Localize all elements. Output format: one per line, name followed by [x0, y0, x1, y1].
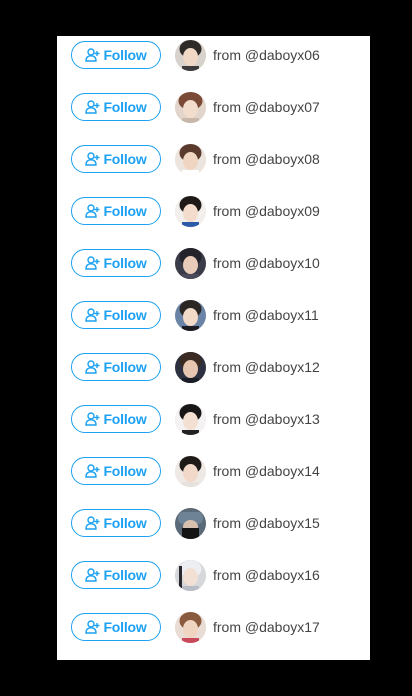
- follow-button[interactable]: Follow: [71, 145, 161, 173]
- follow-list-panel: Follow from @daboyx06 Follow from @daboy…: [57, 36, 370, 660]
- from-username: from @daboyx15: [213, 515, 320, 531]
- from-username: from @daboyx11: [213, 307, 319, 323]
- list-item: Follow from @daboyx17: [57, 608, 370, 660]
- follow-button[interactable]: Follow: [71, 301, 161, 329]
- follow-label: Follow: [103, 307, 147, 323]
- list-item: Follow from @daboyx11: [57, 296, 370, 348]
- follow-button[interactable]: Follow: [71, 353, 161, 381]
- avatar[interactable]: [175, 40, 206, 71]
- from-username: from @daboyx13: [213, 411, 320, 427]
- follow-button[interactable]: Follow: [71, 197, 161, 225]
- from-username: from @daboyx14: [213, 463, 320, 479]
- from-username: from @daboyx12: [213, 359, 320, 375]
- add-user-icon: [85, 256, 100, 270]
- follow-label: Follow: [103, 99, 147, 115]
- list-item: Follow from @daboyx13: [57, 400, 370, 452]
- from-username: from @daboyx10: [213, 255, 320, 271]
- add-user-icon: [85, 412, 100, 426]
- add-user-icon: [85, 568, 100, 582]
- list-item: Follow from @daboyx08: [57, 140, 370, 192]
- from-username: from @daboyx09: [213, 203, 320, 219]
- follow-label: Follow: [103, 151, 147, 167]
- avatar[interactable]: [175, 92, 206, 123]
- from-username: from @daboyx17: [213, 619, 320, 635]
- list-item: Follow from @daboyx14: [57, 452, 370, 504]
- follow-label: Follow: [103, 515, 147, 531]
- from-username: from @daboyx06: [213, 47, 320, 63]
- from-username: from @daboyx08: [213, 151, 320, 167]
- avatar[interactable]: [175, 352, 206, 383]
- follow-button[interactable]: Follow: [71, 405, 161, 433]
- follow-button[interactable]: Follow: [71, 41, 161, 69]
- follow-button[interactable]: Follow: [71, 457, 161, 485]
- follow-label: Follow: [103, 619, 147, 635]
- list-item: Follow from @daboyx15: [57, 504, 370, 556]
- add-user-icon: [85, 464, 100, 478]
- follow-button[interactable]: Follow: [71, 561, 161, 589]
- avatar[interactable]: [175, 508, 206, 539]
- add-user-icon: [85, 516, 100, 530]
- follow-label: Follow: [103, 359, 147, 375]
- avatar[interactable]: [175, 144, 206, 175]
- list-item: Follow from @daboyx09: [57, 192, 370, 244]
- avatar[interactable]: [175, 196, 206, 227]
- avatar[interactable]: [175, 560, 206, 591]
- follow-label: Follow: [103, 463, 147, 479]
- follow-label: Follow: [103, 567, 147, 583]
- avatar[interactable]: [175, 612, 206, 643]
- add-user-icon: [85, 100, 100, 114]
- avatar[interactable]: [175, 248, 206, 279]
- list-item: Follow from @daboyx10: [57, 244, 370, 296]
- follow-label: Follow: [103, 203, 147, 219]
- follow-button[interactable]: Follow: [71, 249, 161, 277]
- add-user-icon: [85, 360, 100, 374]
- avatar[interactable]: [175, 456, 206, 487]
- list-item: Follow from @daboyx06: [57, 36, 370, 88]
- list-item: Follow from @daboyx16: [57, 556, 370, 608]
- add-user-icon: [85, 204, 100, 218]
- from-username: from @daboyx16: [213, 567, 320, 583]
- list-item: Follow from @daboyx12: [57, 348, 370, 400]
- follow-button[interactable]: Follow: [71, 509, 161, 537]
- list-item: Follow from @daboyx07: [57, 88, 370, 140]
- follow-label: Follow: [103, 411, 147, 427]
- avatar[interactable]: [175, 404, 206, 435]
- follow-button[interactable]: Follow: [71, 93, 161, 121]
- avatar[interactable]: [175, 300, 206, 331]
- follow-label: Follow: [103, 255, 147, 271]
- follow-label: Follow: [103, 47, 147, 63]
- add-user-icon: [85, 152, 100, 166]
- follow-button[interactable]: Follow: [71, 613, 161, 641]
- add-user-icon: [85, 308, 100, 322]
- add-user-icon: [85, 48, 100, 62]
- add-user-icon: [85, 620, 100, 634]
- from-username: from @daboyx07: [213, 99, 320, 115]
